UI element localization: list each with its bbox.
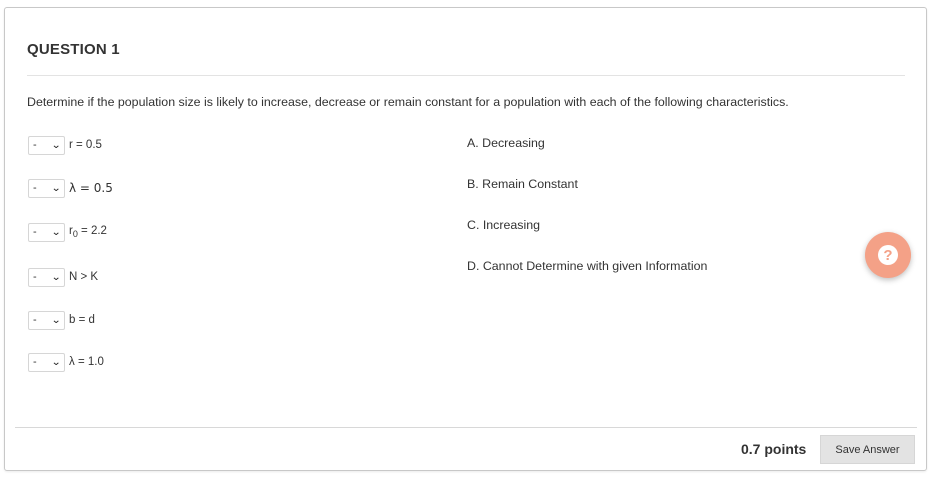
answer-select-6[interactable]: - ⌄ [28, 352, 65, 372]
answer-select-1[interactable]: - ⌄ [28, 135, 65, 155]
select-value: - [33, 139, 37, 151]
item-label-value: = 2.2 [77, 225, 107, 237]
answer-option-c: C. Increasing [467, 218, 541, 232]
select-value: - [33, 226, 37, 238]
answer-select-5[interactable]: - ⌄ [28, 310, 65, 330]
matching-item-6: - ⌄ λ = 1.0 [28, 352, 104, 372]
question-title: QUESTION 1 [27, 41, 120, 58]
answer-option-d: D. Cannot Determine with given Informati… [467, 259, 708, 273]
item-label: N > K [69, 271, 99, 283]
question-mark-icon: ? [878, 245, 898, 265]
matching-item-4: - ⌄ N > K [28, 267, 98, 287]
item-label: r0 = 2.2 [69, 225, 107, 239]
footer-divider [15, 427, 917, 428]
matching-item-1: - ⌄ r = 0.5 [28, 135, 102, 155]
item-label: λ = 1.0 [69, 356, 104, 368]
select-value: - [33, 182, 37, 194]
chevron-down-icon: ⌄ [50, 226, 61, 238]
chevron-down-icon: ⌄ [50, 271, 61, 283]
points-value: 0.7 points [741, 441, 807, 457]
select-value: - [33, 356, 37, 368]
chevron-down-icon: ⌄ [50, 314, 61, 326]
answer-select-4[interactable]: - ⌄ [28, 267, 65, 287]
question-prompt: Determine if the population size is like… [27, 95, 789, 109]
answer-option-b: B. Remain Constant [467, 177, 578, 191]
item-label: r = 0.5 [69, 139, 102, 151]
chevron-down-icon: ⌄ [50, 356, 61, 368]
matching-item-2: - ⌄ λ = 0.5 [28, 178, 113, 198]
chevron-down-icon: ⌄ [50, 139, 61, 151]
help-button[interactable]: ? [865, 232, 911, 278]
answer-select-2[interactable]: - ⌄ [28, 178, 65, 198]
title-divider [27, 75, 905, 76]
select-value: - [33, 314, 37, 326]
matching-item-5: - ⌄ b = d [28, 310, 95, 330]
select-value: - [33, 271, 37, 283]
item-label: b = d [69, 314, 95, 326]
answer-select-3[interactable]: - ⌄ [28, 222, 65, 242]
item-label: λ = 0.5 [69, 181, 113, 195]
chevron-down-icon: ⌄ [50, 182, 61, 194]
answer-option-a: A. Decreasing [467, 136, 545, 150]
save-answer-button[interactable]: Save Answer [820, 435, 915, 464]
question-card: QUESTION 1 Determine if the population s… [4, 7, 927, 471]
matching-item-3: - ⌄ r0 = 2.2 [28, 222, 107, 242]
